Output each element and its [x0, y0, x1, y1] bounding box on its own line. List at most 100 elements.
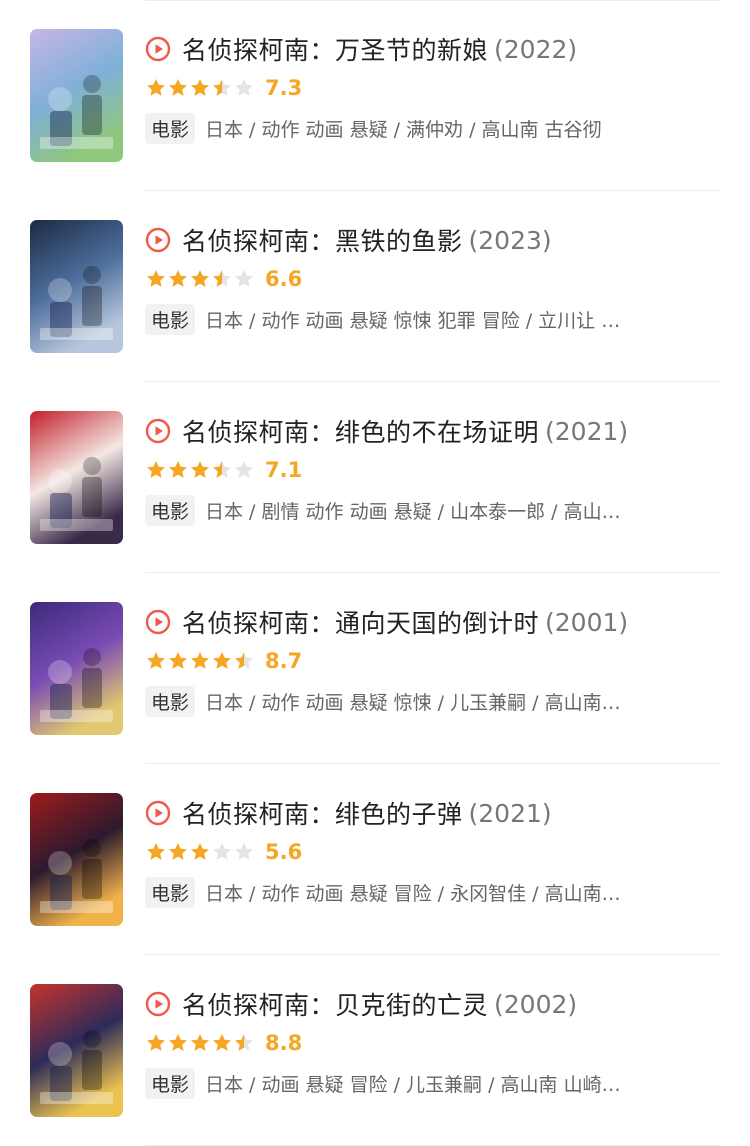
movie-info: 名侦探柯南：绯色的不在场证明 (2021) 7.1 电影 日本 / 剧情 动作 动画 悬…: [145, 412, 720, 526]
type-badge: 电影: [145, 494, 196, 526]
movie-title[interactable]: 名侦探柯南：贝克街的亡灵: [182, 986, 488, 1022]
star-full-icon: [169, 843, 187, 860]
movie-poster[interactable]: [30, 220, 123, 353]
title-row: 名侦探柯南：绯色的子弹 (2021): [145, 794, 720, 832]
poster-image: [30, 602, 123, 735]
movie-info: 名侦探柯南：通向天国的倒计时 (2001) 8.7 电影 日本 / 动作 动画 悬疑 惊…: [145, 603, 720, 717]
movie-item[interactable]: 名侦探柯南：贝克街的亡灵 (2002) 8.8 电影 日本 / 动画 悬疑 冒险 / 儿…: [0, 955, 750, 1146]
type-badge: 电影: [145, 303, 196, 335]
meta-row: 电影日本 / 剧情 动作 动画 悬疑 / 山本泰一郎 / 高山南 山崎和佳奈: [145, 494, 720, 526]
movie-poster[interactable]: [30, 793, 123, 926]
movie-info: 名侦探柯南：绯色的子弹 (2021) 5.6 电影 日本 / 动作 动画 悬疑 冒险 /…: [145, 794, 720, 908]
play-icon[interactable]: [145, 36, 171, 62]
title-row: 名侦探柯南：贝克街的亡灵 (2002): [145, 985, 720, 1023]
movie-poster[interactable]: [30, 602, 123, 735]
movie-title[interactable]: 名侦探柯南：万圣节的新娘: [182, 31, 488, 67]
rating-row: 5.6: [145, 838, 720, 866]
movie-item[interactable]: 名侦探柯南：绯色的不在场证明 (2021) 7.1 电影 日本 / 剧情 动作 动画 悬…: [0, 382, 750, 573]
movie-item[interactable]: 名侦探柯南：绯色的子弹 (2021) 5.6 电影 日本 / 动作 动画 悬疑 冒险 /…: [0, 764, 750, 955]
play-icon[interactable]: [145, 227, 171, 253]
movie-item[interactable]: 名侦探柯南：黑铁的鱼影 (2023) 6.6 电影 日本 / 动作 动画 悬疑 惊悚 犯…: [0, 191, 750, 382]
star-full-icon: [213, 652, 231, 669]
meta-row: 电影 日本 / 动画 悬疑 冒险 / 儿玉兼嗣 / 高山南 山崎和佳奈: [145, 1067, 720, 1099]
star-full-icon: [147, 79, 165, 96]
play-icon[interactable]: [145, 609, 171, 635]
star-full-icon: [147, 461, 165, 478]
rating-row: 8.8: [145, 1029, 720, 1057]
play-icon[interactable]: [145, 800, 171, 826]
meta-row: 电影 日本 / 动作 动画 悬疑 / 满仲劝 / 高山南 古谷彻: [145, 112, 720, 144]
meta-row: 电影日本 / 动作 动画 悬疑 惊悚 / 儿玉兼嗣 / 高山南 山崎和佳奈: [145, 685, 720, 717]
movie-item[interactable]: 名侦探柯南：通向天国的倒计时 (2001) 8.7 电影 日本 / 动作 动画 悬疑 惊…: [0, 573, 750, 764]
title-row: 名侦探柯南：通向天国的倒计时 (2001): [145, 603, 720, 641]
star-full-icon: [147, 1034, 165, 1051]
title-row: 名侦探柯南：绯色的不在场证明 (2021): [145, 412, 720, 450]
movie-meta: 日本 / 动作 动画 悬疑 惊悚 / 儿玉兼嗣 / 高山南 山崎和佳奈: [205, 691, 626, 714]
star-half-icon: [213, 270, 231, 287]
rating-row: 7.1: [145, 456, 720, 484]
poster-image: [30, 793, 123, 926]
star-empty-icon: [235, 843, 253, 860]
star-full-icon: [191, 461, 209, 478]
movie-meta: 日本 / 剧情 动作 动画 悬疑 / 山本泰一郎 / 高山南 山崎和佳奈: [205, 500, 625, 523]
star-full-icon: [191, 843, 209, 860]
meta-row: 电影日本 / 动作 动画 悬疑 冒险 / 永冈智佳 / 高山南 山崎和佳奈: [145, 876, 720, 908]
type-badge: 电影: [145, 112, 196, 144]
play-icon[interactable]: [145, 418, 171, 444]
movie-year: (2023): [468, 225, 552, 255]
star-empty-icon: [235, 79, 253, 96]
star-half-icon: [235, 652, 253, 669]
movie-meta: 日本 / 动画 悬疑 冒险 / 儿玉兼嗣 / 高山南 山崎和佳奈: [205, 1073, 626, 1096]
rating-score: 7.1: [265, 458, 303, 482]
star-full-icon: [169, 1034, 187, 1051]
movie-meta: 日本 / 动作 动画 悬疑 惊悚 犯罪 冒险 / 立川让 / 高山南 山崎和佳奈: [205, 309, 625, 332]
movie-title[interactable]: 名侦探柯南：黑铁的鱼影: [182, 222, 463, 258]
star-rating: [145, 268, 255, 290]
star-empty-icon: [235, 270, 253, 287]
star-full-icon: [169, 79, 187, 96]
movie-year: (2021): [468, 798, 552, 828]
movie-poster[interactable]: [30, 984, 123, 1117]
type-badge: 电影: [145, 685, 196, 717]
star-half-icon: [213, 461, 231, 478]
poster-image: [30, 984, 123, 1117]
movie-info: 名侦探柯南：万圣节的新娘 (2022) 7.3 电影 日本 / 动作 动画 悬疑 / 满…: [145, 30, 720, 144]
poster-image: [30, 220, 123, 353]
star-half-icon: [235, 1034, 253, 1051]
star-rating: [145, 1032, 255, 1054]
star-half-icon: [213, 79, 231, 96]
type-badge: 电影: [145, 1067, 196, 1099]
star-rating: [145, 650, 255, 672]
poster-image: [30, 29, 123, 162]
type-badge: 电影: [145, 876, 196, 908]
movie-title[interactable]: 名侦探柯南：绯色的不在场证明: [182, 413, 539, 449]
star-rating: [145, 841, 255, 863]
movie-info: 名侦探柯南：黑铁的鱼影 (2023) 6.6 电影 日本 / 动作 动画 悬疑 惊悚 犯…: [145, 221, 720, 335]
star-empty-icon: [235, 461, 253, 478]
movie-title[interactable]: 名侦探柯南：绯色的子弹: [182, 795, 463, 831]
star-empty-icon: [213, 843, 231, 860]
star-full-icon: [169, 270, 187, 287]
movie-poster[interactable]: [30, 411, 123, 544]
poster-image: [30, 411, 123, 544]
star-full-icon: [191, 79, 209, 96]
rating-row: 6.6: [145, 265, 720, 293]
movie-meta: 日本 / 动作 动画 悬疑 / 满仲劝 / 高山南 古谷彻: [205, 118, 602, 141]
star-rating: [145, 77, 255, 99]
movie-year: (2001): [545, 607, 629, 637]
movie-poster[interactable]: [30, 29, 123, 162]
star-full-icon: [147, 843, 165, 860]
movie-title[interactable]: 名侦探柯南：通向天国的倒计时: [182, 604, 539, 640]
movie-item[interactable]: 名侦探柯南：万圣节的新娘 (2022) 7.3 电影 日本 / 动作 动画 悬疑 / 满…: [0, 0, 750, 191]
movie-year: (2022): [494, 34, 578, 64]
star-full-icon: [213, 1034, 231, 1051]
star-full-icon: [191, 652, 209, 669]
play-icon[interactable]: [145, 991, 171, 1017]
rating-row: 7.3: [145, 74, 720, 102]
star-full-icon: [169, 461, 187, 478]
star-full-icon: [169, 652, 187, 669]
movie-year: (2002): [494, 989, 578, 1019]
meta-row: 电影日本 / 动作 动画 悬疑 惊悚 犯罪 冒险 / 立川让 / 高山南 山崎和…: [145, 303, 720, 335]
rating-score: 6.6: [265, 267, 303, 291]
movie-meta: 日本 / 动作 动画 悬疑 冒险 / 永冈智佳 / 高山南 山崎和佳奈: [205, 882, 626, 905]
